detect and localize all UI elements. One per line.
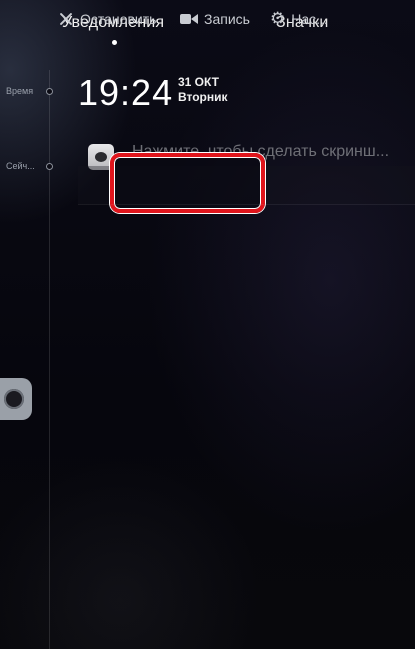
floating-assist-button[interactable] [0, 378, 32, 420]
record-label: Запись [204, 11, 250, 27]
timeline-line [49, 70, 50, 649]
stop-button[interactable]: Остановить [58, 11, 156, 27]
notification-divider [78, 204, 415, 205]
clock-weekday: Вторник [178, 90, 228, 104]
gear-icon: ⚙ [270, 9, 286, 28]
settings-button[interactable]: ⚙ Нас... [270, 9, 328, 28]
clock-date: 31 ОКТ [178, 75, 219, 89]
timeline-label-now: Сейч... [6, 161, 35, 171]
clock-time: 19:24 [78, 72, 174, 113]
timeline-dot-time [46, 88, 53, 95]
timeline-label-time: Время [6, 86, 34, 96]
timeline-dot-now [46, 163, 53, 170]
video-camera-icon [180, 13, 198, 25]
stop-label: Остановить [80, 11, 157, 27]
date-block: 31 ОКТ Вторник [178, 75, 228, 105]
active-tab-indicator [112, 40, 117, 45]
close-icon [58, 11, 74, 27]
settings-label: Нас... [291, 11, 328, 27]
record-button[interactable]: Запись [180, 11, 250, 27]
